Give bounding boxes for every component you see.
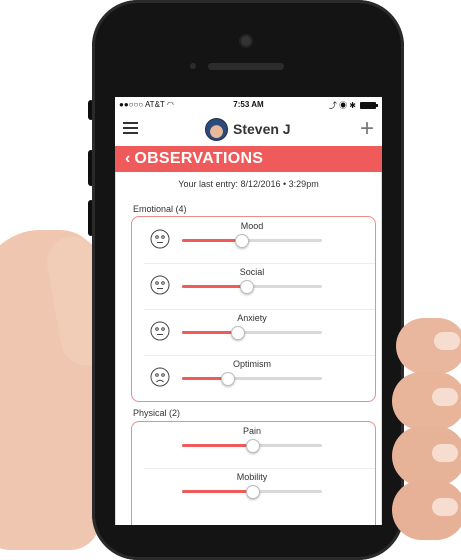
sad-face-icon: [150, 367, 170, 387]
page-title: OBSERVATIONS: [134, 150, 264, 167]
mood-slider-fill: [182, 239, 241, 242]
user-name: Steven J: [233, 121, 291, 137]
mood-slider-thumb[interactable]: [235, 234, 249, 248]
observation-row-pain: Pain: [132, 422, 375, 468]
observation-row-mood: Mood: [132, 217, 375, 263]
finger-right-4: [392, 480, 461, 540]
back-chevron-icon[interactable]: ‹: [125, 150, 130, 168]
anxiety-label: Anxiety: [237, 313, 267, 323]
anxiety-slider-fill: [182, 331, 237, 334]
social-label: Social: [239, 267, 265, 277]
hamburger-icon[interactable]: [123, 122, 138, 135]
social-slider-thumb[interactable]: [240, 280, 254, 294]
section-label-emotional: Emotional (4): [133, 204, 187, 214]
optimism-slider[interactable]: [182, 372, 322, 386]
observation-row-mobility: Mobility: [132, 468, 375, 514]
mobility-label: Mobility: [236, 472, 268, 482]
pain-slider-thumb[interactable]: [246, 439, 260, 453]
neutral-face-icon: [150, 321, 170, 341]
earpiece-speaker: [208, 63, 284, 70]
pain-slider[interactable]: [182, 439, 322, 453]
mobility-slider-fill: [182, 490, 252, 493]
observation-row-social: Social: [132, 263, 375, 309]
observation-row-anxiety: Anxiety: [132, 309, 375, 355]
battery-icon: [360, 102, 378, 109]
optimism-slider-thumb[interactable]: [221, 372, 235, 386]
app-screen: ●●○○○ AT&T ◠ 7:53 AM ⤴ ◉ ✱ Steven J + ‹ …: [115, 97, 382, 525]
mood-slider[interactable]: [182, 234, 322, 248]
mobility-slider-thumb[interactable]: [246, 485, 260, 499]
status-glyphs: ⤴ ◉ ✱: [328, 101, 356, 110]
neutral-face-icon: [150, 229, 170, 249]
pain-label: Pain: [242, 426, 261, 436]
mobility-slider[interactable]: [182, 485, 322, 499]
avatar[interactable]: [205, 118, 228, 141]
plus-icon[interactable]: +: [360, 117, 374, 141]
anxiety-slider-thumb[interactable]: [231, 326, 245, 340]
status-icons: ⤴ ◉ ✱: [328, 100, 378, 111]
optimism-label: Optimism: [233, 359, 271, 369]
observations-content: Your last entry: 8/12/2016 • 3:29pm Emot…: [115, 172, 382, 525]
physical-card: Pain Mobility: [131, 421, 376, 525]
finger-right-1: [396, 318, 461, 374]
observations-header: ‹ OBSERVATIONS: [115, 146, 382, 172]
social-slider[interactable]: [182, 280, 322, 294]
social-slider-fill: [182, 285, 246, 288]
status-bar: ●●○○○ AT&T ◠ 7:53 AM ⤴ ◉ ✱: [115, 97, 382, 113]
last-entry-text: Your last entry: 8/12/2016 • 3:29pm: [178, 179, 319, 189]
proximity-sensor: [190, 63, 196, 69]
emotional-card: Mood Social Anxiety Optimism: [131, 216, 376, 402]
top-nav: Steven J +: [115, 113, 382, 145]
mood-label: Mood: [240, 221, 264, 231]
anxiety-slider[interactable]: [182, 326, 322, 340]
pain-slider-fill: [182, 444, 252, 447]
front-camera: [241, 36, 251, 46]
section-label-physical: Physical (2): [133, 408, 181, 418]
neutral-face-icon: [150, 275, 170, 295]
finger-right-3: [392, 426, 461, 486]
observation-row-optimism: Optimism: [132, 355, 375, 401]
finger-right-2: [392, 372, 461, 430]
